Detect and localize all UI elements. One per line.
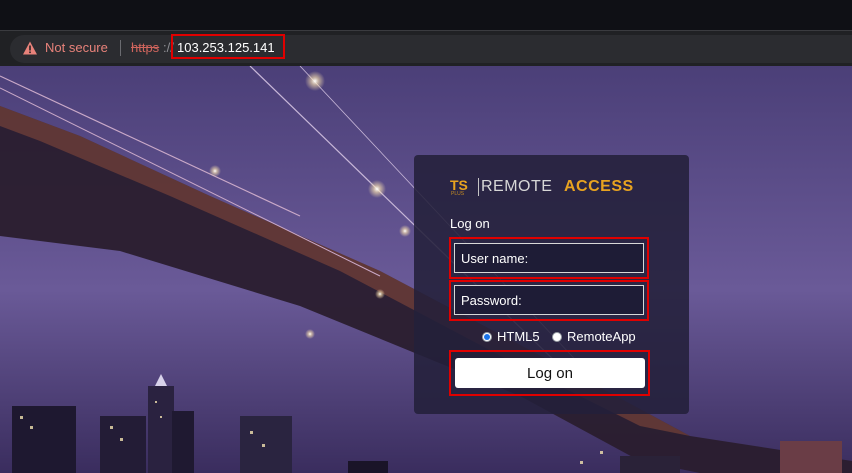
browser-tab-strip (0, 0, 852, 30)
log-on-button[interactable]: Log on (455, 358, 645, 388)
address-separator (120, 40, 121, 56)
url-scheme: https (131, 40, 160, 55)
radio-unselected-icon[interactable] (552, 331, 562, 342)
logo-plus: PLUS (451, 191, 465, 197)
logo-access: ACCESS (564, 178, 634, 195)
username-input[interactable] (454, 243, 644, 273)
mode-remoteapp-radio[interactable]: RemoteApp (552, 329, 636, 344)
browser-address-bar (0, 30, 852, 66)
mode-html5-label: HTML5 (497, 329, 540, 344)
mode-html5-radio[interactable]: HTML5 (482, 329, 540, 344)
mode-remoteapp-label: RemoteApp (567, 329, 636, 344)
logo-remote: REMOTE (481, 178, 553, 195)
url-host[interactable]: 103.253.125.141 (177, 40, 275, 55)
password-input[interactable] (454, 285, 644, 315)
logo-divider (478, 178, 479, 196)
login-title: Log on (450, 216, 490, 231)
security-status[interactable]: Not secure (45, 40, 108, 55)
radio-selected-icon[interactable] (482, 331, 492, 342)
warning-icon[interactable] (22, 40, 38, 56)
